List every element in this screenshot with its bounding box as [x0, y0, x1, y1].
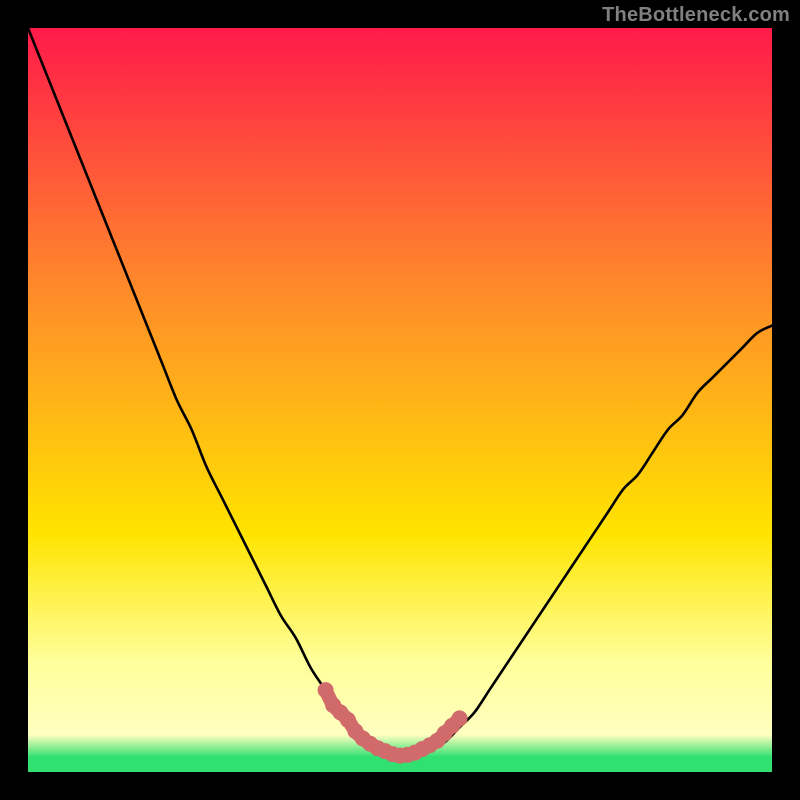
- chart-svg: [0, 0, 800, 800]
- optimal-zone-dot: [452, 710, 468, 726]
- gradient-panel: [28, 28, 772, 772]
- optimal-zone-dot: [318, 682, 334, 698]
- chart-stage: TheBottleneck.com: [0, 0, 800, 800]
- watermark-text: TheBottleneck.com: [602, 4, 790, 27]
